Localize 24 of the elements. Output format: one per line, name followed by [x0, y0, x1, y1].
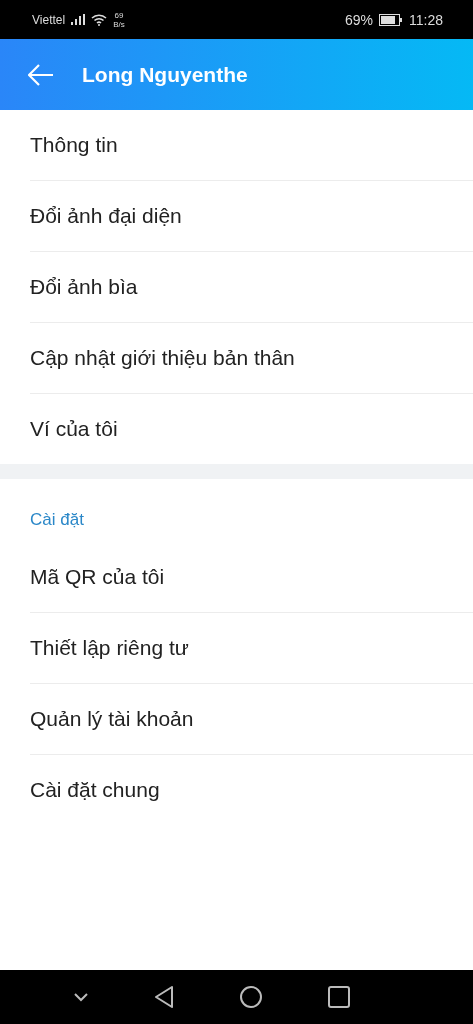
back-triangle-icon[interactable] [153, 985, 174, 1009]
speed-value: 69 [114, 10, 124, 20]
page-title: Long Nguyenthe [82, 62, 248, 87]
menu-item[interactable]: Mã QR của tôi [30, 565, 165, 589]
section-heading: Cài đặt [30, 510, 84, 530]
menu-item[interactable]: Quản lý tài khoản [30, 707, 194, 731]
clock-time: 11:28 [409, 11, 443, 28]
menu-item[interactable]: Đổi ảnh bìa [30, 275, 138, 299]
speed-unit: B/s [113, 19, 125, 29]
square-icon[interactable] [328, 986, 351, 1008]
carrier-name: Viettel [32, 12, 66, 27]
chevron-down-icon[interactable] [72, 992, 89, 1002]
menu-item[interactable]: Cài đặt chung [30, 778, 160, 802]
back-arrow-icon[interactable] [28, 63, 54, 86]
menu-item[interactable]: Đổi ảnh đại diện [30, 204, 182, 228]
wifi-icon [91, 13, 108, 26]
signal-icon [71, 14, 86, 25]
menu-item[interactable]: Thiết lập riêng tư [30, 636, 189, 660]
battery-percent: 69% [344, 11, 373, 28]
menu-item[interactable]: Cập nhật giới thiệu bản thân [30, 346, 295, 370]
menu-item[interactable]: Ví của tôi [30, 417, 118, 441]
home-circle-icon[interactable] [239, 985, 264, 1009]
battery-icon [379, 13, 403, 26]
menu-item[interactable]: Thông tin [30, 133, 118, 157]
